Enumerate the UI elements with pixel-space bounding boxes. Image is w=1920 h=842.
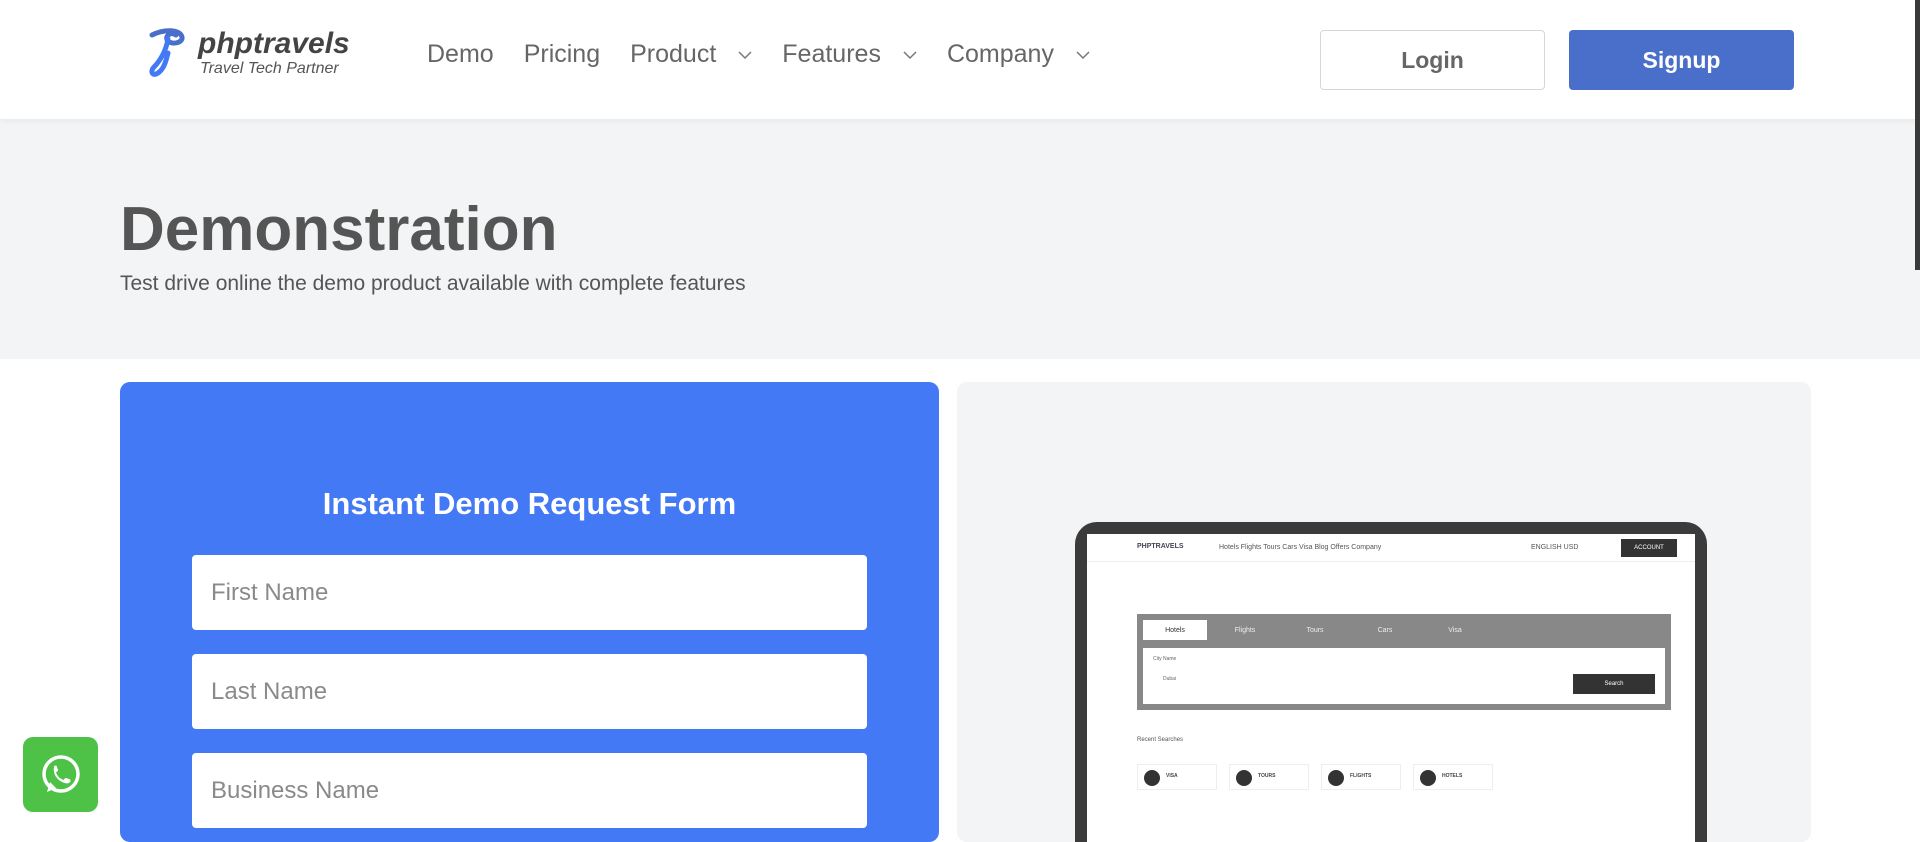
- brand-logo[interactable]: phptravels Travel Tech Partner: [146, 27, 350, 79]
- preview-chip-label: TOURS: [1258, 773, 1276, 779]
- chevron-down-icon: [738, 50, 752, 59]
- nav-item-demo[interactable]: Demo: [427, 40, 494, 69]
- preview-navbar: PHPTRAVELS Hotels Flights Tours Cars Vis…: [1087, 534, 1695, 562]
- product-preview: PHPTRAVELS Hotels Flights Tours Cars Vis…: [957, 382, 1811, 842]
- preview-tab: Visa: [1448, 626, 1462, 634]
- preview-links: Hotels Flights Tours Cars Visa Blog Offe…: [1219, 544, 1382, 551]
- preview-recent-label: Recent Searches: [1137, 737, 1184, 743]
- laptop-screen: PHPTRAVELS Hotels Flights Tours Cars Vis…: [1087, 534, 1695, 842]
- preview-chip-label: FLIGHTS: [1350, 773, 1372, 779]
- preview-account-button: ACCOUNT: [1621, 539, 1677, 557]
- preview-chip: TOURS: [1229, 764, 1309, 790]
- form-title: Instant Demo Request Form: [322, 486, 737, 521]
- main-nav: Demo Pricing Product Features Company: [427, 40, 1120, 69]
- nav-label: Company: [946, 40, 1054, 68]
- preview-chip: VISA: [1137, 764, 1217, 790]
- logo-mark-icon: [149, 28, 185, 77]
- business-name-field[interactable]: [192, 753, 867, 828]
- nav-label: Features: [782, 40, 881, 68]
- chevron-down-icon: [1076, 50, 1090, 59]
- preview-locale: ENGLISH USD: [1531, 544, 1579, 551]
- top-navbar: phptravels Travel Tech Partner Demo Pric…: [0, 0, 1920, 119]
- preview-tab: Hotels: [1143, 620, 1207, 640]
- preview-search-button: Search: [1573, 674, 1655, 694]
- page-subtitle: Test drive online the demo product avail…: [120, 272, 746, 295]
- whatsapp-icon: [41, 754, 80, 793]
- brand-tagline: Travel Tech Partner: [200, 60, 339, 77]
- preview-city-value: Dubai: [1163, 676, 1177, 682]
- nav-item-pricing[interactable]: Pricing: [524, 40, 600, 69]
- login-button[interactable]: Login: [1320, 30, 1545, 90]
- nav-label: Demo: [427, 40, 494, 68]
- preview-city-label: City Name: [1153, 656, 1177, 662]
- demo-request-form: Instant Demo Request Form: [120, 382, 939, 842]
- signup-button[interactable]: Signup: [1569, 30, 1794, 90]
- last-name-field[interactable]: [192, 654, 867, 729]
- hero-section: Demonstration Test drive online the demo…: [0, 119, 1920, 359]
- preview-search-box: Hotels Flights Tours Cars Visa City Name…: [1137, 614, 1671, 710]
- preview-tab: Cars: [1377, 626, 1393, 634]
- brand-name: phptravels: [198, 27, 350, 60]
- nav-item-product[interactable]: Product: [630, 40, 752, 69]
- preview-tab: Flights: [1234, 626, 1256, 634]
- nav-label: Pricing: [523, 40, 601, 68]
- whatsapp-button[interactable]: [23, 737, 98, 812]
- preview-tab: Tours: [1306, 626, 1324, 634]
- page-scrollbar[interactable]: [1915, 0, 1920, 270]
- page-title: Demonstration: [120, 195, 558, 264]
- preview-logo: PHPTRAVELS: [1137, 543, 1184, 550]
- preview-search-row: City Name Dubai Search: [1143, 648, 1665, 704]
- nav-item-features[interactable]: Features: [782, 40, 917, 69]
- preview-chip: HOTELS: [1413, 764, 1493, 790]
- nav-label: Product: [630, 40, 717, 68]
- preview-chip-label: VISA: [1166, 773, 1178, 779]
- chevron-down-icon: [903, 50, 917, 59]
- preview-chip-label: HOTELS: [1442, 773, 1463, 779]
- nav-item-company[interactable]: Company: [947, 40, 1090, 69]
- first-name-field[interactable]: [192, 555, 867, 630]
- laptop-mockup: PHPTRAVELS Hotels Flights Tours Cars Vis…: [1075, 522, 1707, 842]
- preview-chip: FLIGHTS: [1321, 764, 1401, 790]
